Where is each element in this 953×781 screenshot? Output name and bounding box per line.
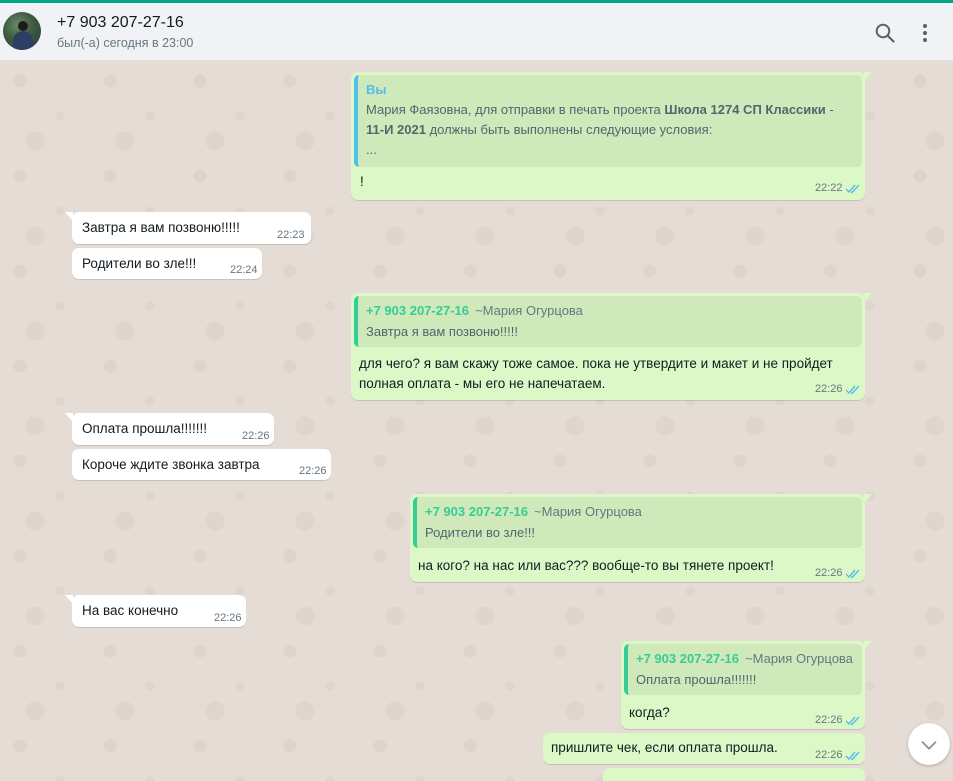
- message-outgoing[interactable]: пришлите чек, если оплата прошла. 22:26: [543, 733, 865, 764]
- read-ticks-icon: [845, 569, 860, 579]
- message-time: 22:22: [815, 182, 843, 194]
- menu-icon[interactable]: [913, 21, 937, 45]
- quote-author-alias: ~Мария Огурцова: [745, 651, 853, 666]
- chevron-down-icon: [921, 741, 937, 750]
- message-time: 22:26: [815, 383, 843, 395]
- read-ticks-icon: [845, 385, 860, 395]
- chat-panel[interactable]: Вы Мария Фаязовна, для отправки в печать…: [0, 61, 953, 781]
- quote-text: Завтра я вам позвоню!!!!!: [366, 324, 518, 339]
- message-time: 22:24: [230, 264, 258, 276]
- message-text: пришлите чек, если оплата прошла.: [551, 740, 778, 755]
- message-text: Оплата прошла!!!!!!!: [82, 421, 207, 436]
- quote-author: +7 903 207-27-16 ~Мария Огурцова: [366, 303, 583, 318]
- quote-ellipsis: ...: [366, 142, 377, 157]
- quote-text-line: Мария Фаязовна, для отправки в печать пр…: [366, 100, 834, 120]
- message-text: Короче ждите звонка завтра: [82, 457, 260, 472]
- message-incoming[interactable]: Оплата прошла!!!!!!! 22:26: [65, 413, 274, 445]
- message-time: 22:26: [214, 612, 242, 624]
- message-time: 22:26: [242, 430, 270, 442]
- quote-text: -: [825, 102, 834, 117]
- scroll-to-bottom-button[interactable]: [908, 723, 950, 765]
- contact-status: был(-а) сегодня в 23:00: [57, 36, 194, 50]
- quote-author: +7 903 207-27-16 ~Мария Огурцова: [636, 651, 853, 666]
- quote-text: Мария Фаязовна, для отправки в печать пр…: [366, 102, 665, 117]
- message-text: Завтра я вам позвоню!!!!!: [82, 220, 240, 235]
- message-time: 22:23: [277, 229, 305, 241]
- quote-text: Родители во зле!!!: [425, 525, 536, 540]
- message-outgoing-partial[interactable]: [603, 768, 865, 781]
- quote-author-phone: +7 903 207-27-16: [636, 651, 740, 666]
- avatar[interactable]: [3, 12, 41, 50]
- quote-author-alias: ~Мария Огурцова: [475, 303, 583, 318]
- message-text-line: для чего? я вам скажу тоже самое. пока н…: [359, 356, 833, 371]
- quote-text: должны быть выполнены следующие условия:: [425, 122, 713, 137]
- quote-author-phone: +7 903 207-27-16: [366, 303, 470, 318]
- chat-header[interactable]: +7 903 207-27-16 был(-а) сегодня в 23:00: [0, 3, 953, 61]
- quote-author: +7 903 207-27-16 ~Мария Огурцова: [425, 504, 642, 519]
- quote-project-name: Школа 1274 СП Классики: [664, 102, 826, 117]
- message-text-line: полная оплата - мы его не напечатаем.: [359, 376, 606, 391]
- message-outgoing[interactable]: +7 903 207-27-16 ~Мария Огурцова Родители…: [410, 494, 872, 582]
- message-text: на кого? на нас или вас??? вообще-то вы …: [418, 558, 774, 573]
- read-ticks-icon: [845, 751, 860, 761]
- message-outgoing[interactable]: +7 903 207-27-16 ~Мария Огурцова Завтра я…: [351, 293, 872, 400]
- message-text: На вас конечно: [82, 603, 179, 618]
- quoted-message[interactable]: +7 903 207-27-16 ~Мария Огурцова Завтра я…: [354, 296, 862, 347]
- message-text: когда?: [629, 705, 670, 720]
- contact-name[interactable]: +7 903 207-27-16: [57, 14, 184, 32]
- message-incoming[interactable]: Родители во зле!!! 22:24: [72, 248, 262, 279]
- quoted-message[interactable]: +7 903 207-27-16 ~Мария Огурцова Родители…: [413, 497, 862, 548]
- message-incoming[interactable]: Короче ждите звонка завтра 22:26: [72, 449, 331, 480]
- read-ticks-icon: [845, 716, 860, 726]
- avatar-head-shape: [18, 21, 28, 31]
- message-incoming[interactable]: На вас конечно 22:26: [65, 595, 246, 627]
- quote-text: Оплата прошла!!!!!!!: [636, 672, 757, 687]
- message-time: 22:26: [815, 714, 843, 726]
- quoted-message[interactable]: Вы Мария Фаязовна, для отправки в печать…: [354, 75, 862, 167]
- quote-author-alias: ~Мария Огурцова: [534, 504, 642, 519]
- quote-author-phone: +7 903 207-27-16: [425, 504, 529, 519]
- avatar-body-shape: [13, 31, 33, 50]
- message-text: Родители во зле!!!: [82, 256, 197, 271]
- message-time: 22:26: [815, 567, 843, 579]
- quote-text-line: 11-И 2021 должны быть выполнены следующи…: [366, 120, 712, 140]
- quote-project-code: 11-И 2021: [366, 122, 426, 137]
- message-incoming[interactable]: Завтра я вам позвоню!!!!! 22:23: [65, 212, 311, 244]
- quoted-message[interactable]: +7 903 207-27-16 ~Мария Огурцова Оплата п…: [624, 644, 862, 695]
- search-icon[interactable]: [873, 21, 897, 45]
- read-ticks-icon: [845, 184, 860, 194]
- message-time: 22:26: [299, 465, 327, 477]
- message-text: !: [360, 174, 364, 189]
- message-outgoing[interactable]: Вы Мария Фаязовна, для отправки в печать…: [351, 72, 872, 200]
- quote-author: Вы: [366, 82, 387, 97]
- message-time: 22:26: [815, 749, 843, 761]
- message-outgoing[interactable]: +7 903 207-27-16 ~Мария Огурцова Оплата п…: [621, 641, 872, 729]
